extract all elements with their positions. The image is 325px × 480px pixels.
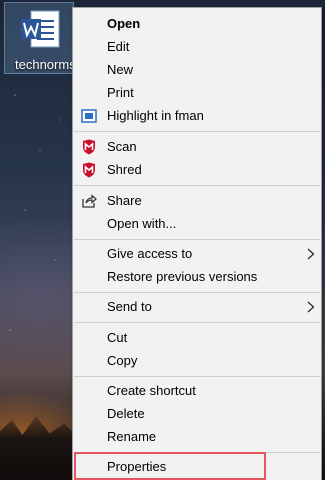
properties-highlight-box [74, 452, 266, 480]
menu-item-print[interactable]: Print [73, 82, 321, 104]
menu-separator [74, 292, 320, 293]
menu-item-highlight-in-fman[interactable]: Highlight in fman [73, 105, 321, 127]
menu-item-delete[interactable]: Delete [73, 403, 321, 425]
menu-item-send-to[interactable]: Send to [73, 296, 321, 318]
menu-item-label: Rename [107, 429, 157, 444]
menu-item-label: Print [107, 85, 134, 100]
chevron-right-icon [307, 248, 315, 260]
menu-item-label: Edit [107, 39, 130, 54]
word-document-icon [21, 10, 60, 48]
menu-item-label: Delete [107, 406, 145, 421]
menu-separator [74, 376, 320, 377]
menu-item-label: Shred [107, 162, 142, 177]
menu-item-label: Give access to [107, 246, 193, 261]
menu-item-share[interactable]: Share [73, 190, 321, 212]
desktop-file-label: technorms [15, 57, 76, 72]
menu-item-give-access-to[interactable]: Give access to [73, 243, 321, 265]
menu-item-label: New [107, 62, 134, 77]
menu-separator [74, 239, 320, 240]
menu-item-label: Restore previous versions [107, 269, 258, 284]
menu-item-create-shortcut[interactable]: Create shortcut [73, 380, 321, 402]
menu-item-open-with[interactable]: Open with... [73, 213, 321, 235]
menu-item-restore-previous-versions[interactable]: Restore previous versions [73, 266, 321, 288]
menu-separator [74, 131, 320, 132]
chevron-right-icon [307, 301, 315, 313]
menu-item-label: Scan [107, 139, 137, 154]
menu-separator [74, 322, 320, 323]
mcafee-shield-icon [83, 139, 95, 155]
fman-icon [81, 109, 97, 123]
menu-item-label: Open with... [107, 216, 177, 231]
menu-item-label: Send to [107, 299, 152, 314]
menu-item-open[interactable]: Open [73, 13, 321, 35]
menu-item-label: Cut [107, 330, 128, 345]
menu-item-label: Share [107, 193, 142, 208]
menu-item-edit[interactable]: Edit [73, 36, 321, 58]
context-menu: Open Edit New Print Highlight in fman Sc… [72, 7, 322, 480]
mcafee-shield-icon [83, 162, 95, 178]
menu-item-scan[interactable]: Scan [73, 136, 321, 158]
menu-separator [74, 185, 320, 186]
menu-item-copy[interactable]: Copy [73, 350, 321, 372]
menu-item-label: Create shortcut [107, 383, 196, 398]
menu-item-label: Copy [107, 353, 138, 368]
share-icon [82, 194, 97, 208]
menu-item-label: Open [107, 16, 141, 31]
menu-item-label: Highlight in fman [107, 108, 204, 123]
menu-item-rename[interactable]: Rename [73, 426, 321, 448]
menu-item-new[interactable]: New [73, 59, 321, 81]
desktop-file-item[interactable]: technorms [4, 2, 76, 74]
menu-item-shred[interactable]: Shred [73, 159, 321, 181]
menu-item-cut[interactable]: Cut [73, 327, 321, 349]
